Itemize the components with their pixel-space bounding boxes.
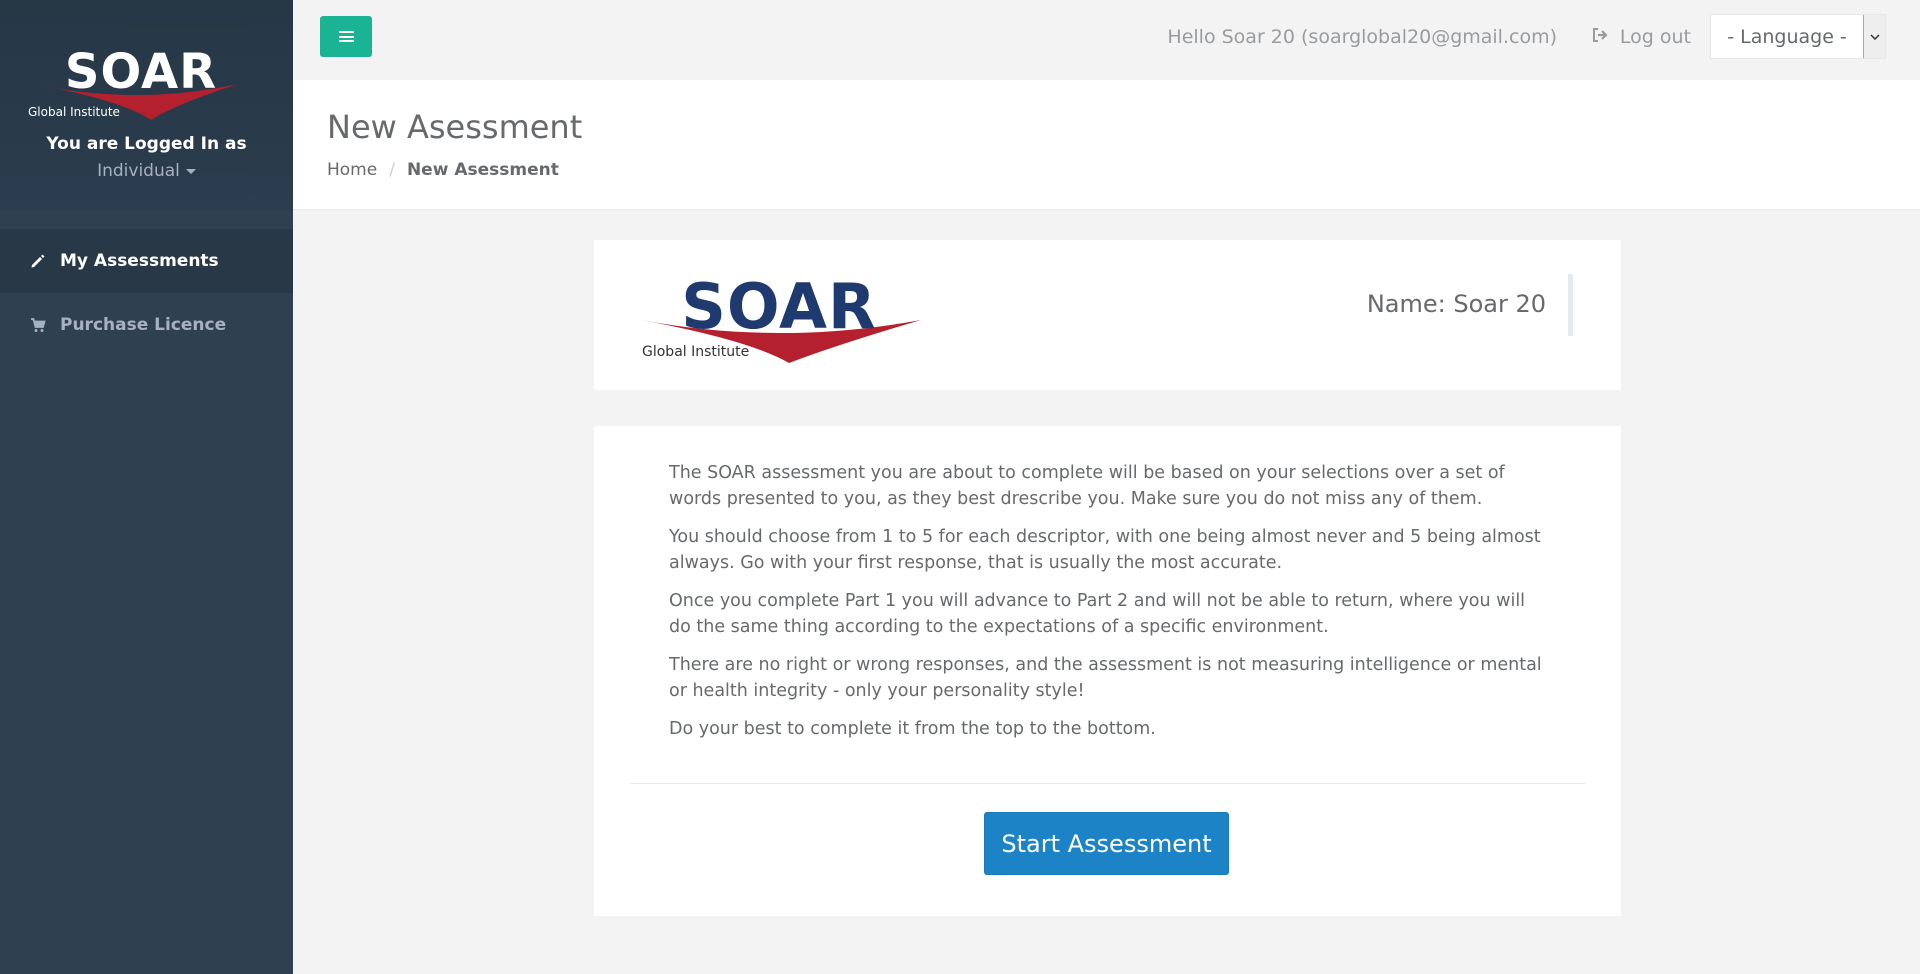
svg-text:Global Institute: Global Institute	[642, 344, 749, 360]
language-select[interactable]: - Language -	[1710, 14, 1886, 59]
chevron-down-icon	[1863, 15, 1885, 58]
name-divider	[1568, 274, 1573, 336]
card-divider	[630, 783, 1585, 784]
breadcrumb-separator: /	[389, 160, 395, 180]
instructions-card: The SOAR assessment you are about to com…	[594, 426, 1621, 916]
logout-label: Log out	[1619, 26, 1691, 48]
sidebar-logo[interactable]: SOAR Global Institute	[26, 44, 256, 122]
sign-out-icon	[1592, 26, 1610, 48]
breadcrumb-home-link[interactable]: Home	[327, 160, 377, 180]
breadcrumb: Home / New Asessment	[327, 160, 559, 180]
cart-icon	[28, 317, 48, 333]
svg-text:Global Institute: Global Institute	[28, 105, 120, 119]
sidebar-item-my-assessments[interactable]: My Assessments	[0, 229, 293, 293]
assessment-header-card: SOAR Global Institute Name: Soar 20	[594, 240, 1621, 390]
page-heading: New Asessment Home / New Asessment	[293, 80, 1920, 210]
language-value: - Language -	[1727, 25, 1847, 48]
sidebar-header: SOAR Global Institute You are Logged In …	[0, 0, 293, 210]
role-label: Individual	[97, 161, 180, 181]
sidebar-nav: My Assessments Purchase Licence	[0, 229, 293, 357]
instruction-paragraph: You should choose from 1 to 5 for each d…	[669, 527, 1541, 573]
breadcrumb-current: New Asessment	[406, 160, 559, 180]
page-title: New Asessment	[327, 108, 583, 146]
participant-name: Name: Soar 20	[1366, 290, 1546, 318]
top-navbar: Hello Soar 20 (soarglobal20@gmail.com) L…	[293, 0, 1920, 80]
pencil-icon	[28, 253, 48, 269]
instruction-paragraph: There are no right or wrong responses, a…	[669, 655, 1542, 701]
role-dropdown[interactable]: Individual	[0, 161, 293, 181]
sidebar: SOAR Global Institute You are Logged In …	[0, 0, 293, 974]
sidebar-item-label: My Assessments	[60, 251, 219, 271]
sidebar-toggle-button[interactable]	[320, 16, 372, 57]
instruction-paragraph: Once you complete Part 1 you will advanc…	[669, 591, 1526, 637]
logged-in-label: You are Logged In as	[46, 134, 247, 154]
instructions-text: The SOAR assessment you are about to com…	[669, 460, 1549, 754]
logout-link[interactable]: Log out	[1592, 26, 1691, 48]
hamburger-icon	[338, 31, 354, 42]
svg-text:SOAR: SOAR	[65, 44, 217, 100]
sidebar-item-purchase-licence[interactable]: Purchase Licence	[0, 293, 293, 357]
caret-down-icon	[185, 168, 196, 174]
start-assessment-button[interactable]: Start Assessment	[984, 812, 1229, 875]
soar-logo: SOAR Global Institute	[639, 270, 929, 365]
instruction-paragraph: The SOAR assessment you are about to com…	[669, 463, 1505, 509]
user-greeting: Hello Soar 20 (soarglobal20@gmail.com)	[1167, 26, 1557, 48]
svg-text:SOAR: SOAR	[681, 270, 876, 343]
instruction-paragraph: Do your best to complete it from the top…	[669, 719, 1156, 739]
sidebar-item-label: Purchase Licence	[60, 315, 227, 335]
